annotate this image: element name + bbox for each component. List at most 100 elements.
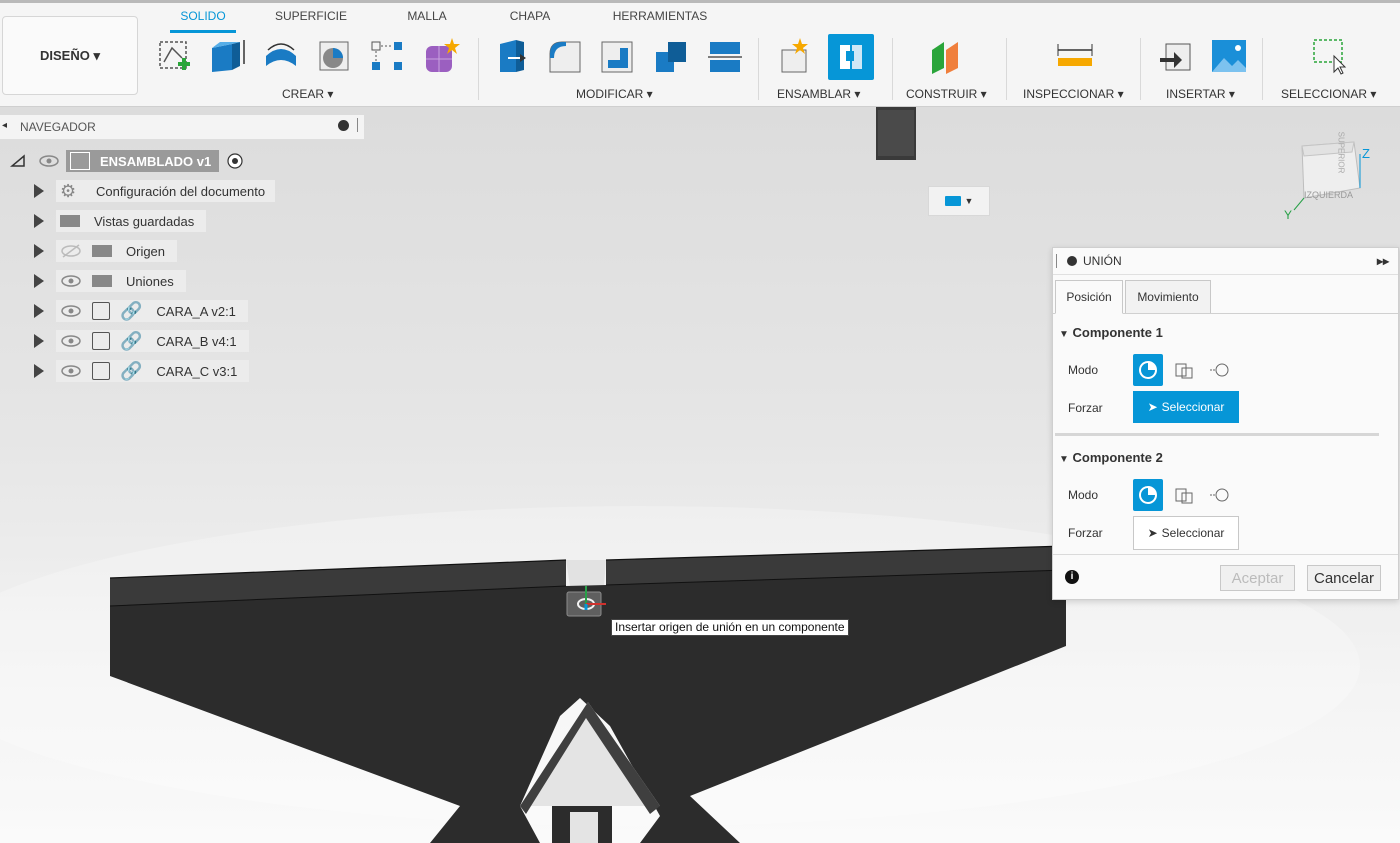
tab-position[interactable]: Posición	[1055, 280, 1123, 314]
gear-icon: ⚙	[60, 180, 77, 201]
group-crear-label[interactable]: CREAR ▾	[282, 87, 333, 101]
ribbon-toolbar: DISEÑO ▾ SOLIDO SUPERFICIE MALLA CHAPA H…	[0, 0, 1400, 107]
component1-mode-label: Modo	[1068, 363, 1099, 377]
component2-select-button[interactable]: ➤ Seleccionar	[1133, 516, 1239, 550]
visibility-eye-icon[interactable]	[60, 274, 82, 288]
revolve-icon[interactable]	[262, 36, 300, 76]
create-sketch-icon[interactable]	[156, 36, 194, 76]
insert-derive-icon[interactable]	[1158, 36, 1196, 76]
workspace-switcher-button[interactable]: DISEÑO ▾	[2, 16, 138, 95]
tab-superficie[interactable]: SUPERFICIE	[264, 9, 358, 31]
tab-herramientas[interactable]: HERRAMIENTAS	[600, 9, 720, 31]
chevron-down-icon: ▼	[964, 196, 974, 206]
component2-snap-label: Forzar	[1068, 526, 1103, 540]
mode-two-edge-intersection-icon[interactable]	[1205, 354, 1235, 386]
browser-item-cara-b[interactable]: 🔗 CARA_B v4:1	[34, 329, 249, 353]
tab-chapa[interactable]: CHAPA	[498, 9, 562, 31]
expand-triangle-icon[interactable]	[34, 304, 44, 318]
mode-between-two-faces-icon[interactable]	[1169, 354, 1199, 386]
mode-two-edge-intersection-icon[interactable]	[1205, 479, 1235, 511]
visibility-eye-icon[interactable]	[60, 304, 82, 318]
hidden-eye-icon[interactable]	[60, 244, 82, 258]
group-construir-label[interactable]: CONSTRUIR ▾	[906, 87, 987, 101]
combine-icon[interactable]	[652, 36, 690, 76]
browser-item-origin[interactable]: Origen	[34, 239, 178, 263]
component2-mode-group	[1133, 479, 1235, 511]
browser-item-cara-a[interactable]: 🔗 CARA_A v2:1	[34, 299, 248, 323]
cursor-icon: ➤	[1147, 526, 1158, 540]
options-icon[interactable]	[1067, 256, 1077, 266]
expand-triangle-icon[interactable]	[34, 214, 44, 228]
accept-button[interactable]: Aceptar	[1220, 565, 1295, 591]
visibility-eye-icon[interactable]	[60, 364, 82, 378]
expand-triangle-icon[interactable]	[34, 184, 44, 198]
collapse-triangle-icon: ▼	[1059, 454, 1069, 465]
measure-icon[interactable]	[1056, 36, 1094, 76]
extrude-icon[interactable]	[208, 36, 246, 76]
mode-between-two-faces-icon[interactable]	[1169, 479, 1199, 511]
browser-item-document-settings[interactable]: ⚙ Configuración del documento	[34, 179, 276, 203]
joint-origin-icon[interactable]	[564, 586, 608, 620]
info-icon[interactable]: i	[1065, 570, 1079, 584]
fillet-icon[interactable]	[546, 36, 584, 76]
component2-mode-label: Modo	[1068, 488, 1099, 502]
insert-canvas-icon[interactable]	[1210, 36, 1248, 76]
mode-simple-icon[interactable]	[1133, 354, 1163, 386]
expand-right-icon[interactable]: ▸▸	[1377, 254, 1389, 268]
folder-icon	[92, 245, 112, 257]
activate-radio-icon[interactable]	[223, 152, 247, 170]
group-seleccionar-label[interactable]: SELECCIONAR ▾	[1281, 87, 1376, 101]
create-form-icon[interactable]	[422, 36, 460, 76]
group-separator	[1006, 38, 1007, 100]
component1-section-header[interactable]: ▼ Componente 1	[1059, 325, 1163, 340]
viewcube[interactable]: IZQUIERDA SUPERIOR Z Y	[1284, 132, 1370, 222]
collapse-triangle-icon[interactable]	[10, 154, 26, 168]
expand-triangle-icon[interactable]	[34, 364, 44, 378]
navigator-options-icon[interactable]	[338, 120, 349, 131]
dialog-title: UNIÓN	[1083, 254, 1122, 268]
visibility-eye-icon[interactable]	[60, 334, 82, 348]
cancel-button[interactable]: Cancelar	[1307, 565, 1381, 591]
visibility-eye-icon[interactable]	[38, 154, 60, 168]
group-separator	[892, 38, 893, 100]
expand-triangle-icon[interactable]	[34, 244, 44, 258]
dialog-header: UNIÓN ▸▸	[1053, 248, 1398, 275]
expand-triangle-icon[interactable]	[34, 334, 44, 348]
browser-item-joints[interactable]: Uniones	[34, 269, 186, 293]
expand-triangle-icon[interactable]	[34, 274, 44, 288]
group-ensamblar-label[interactable]: ENSAMBLAR ▾	[777, 87, 860, 101]
browser-item-label: CARA_B v4:1	[156, 333, 237, 349]
collapse-left-icon[interactable]: ◂	[2, 120, 7, 131]
folder-icon	[92, 275, 112, 287]
assembly-icon	[70, 152, 90, 170]
shell-modify-icon[interactable]	[598, 36, 636, 76]
component1-select-button[interactable]: ➤ Seleccionar	[1133, 391, 1239, 423]
offset-plane-icon[interactable]	[926, 36, 964, 76]
browser-item-label: CARA_C v3:1	[156, 363, 238, 379]
tab-malla[interactable]: MALLA	[394, 9, 460, 31]
split-body-icon[interactable]	[706, 36, 744, 76]
group-inspeccionar-label[interactable]: INSPECCIONAR ▾	[1023, 87, 1124, 101]
browser-item-saved-views[interactable]: Vistas guardadas	[34, 209, 207, 233]
press-pull-icon[interactable]	[494, 36, 532, 76]
shell-icon[interactable]	[316, 36, 354, 76]
mode-simple-icon[interactable]	[1133, 479, 1163, 511]
navigator-title: NAVEGADOR	[20, 120, 96, 134]
select-window-icon[interactable]	[1310, 36, 1348, 76]
pattern-icon[interactable]	[368, 36, 406, 76]
tab-motion[interactable]: Movimiento	[1125, 280, 1211, 313]
browser-item-cara-c[interactable]: 🔗 CARA_C v3:1	[34, 359, 250, 383]
new-component-icon[interactable]	[776, 36, 814, 76]
pin-icon[interactable]	[357, 118, 358, 132]
browser-item-label: Origen	[126, 243, 166, 259]
component2-section-header[interactable]: ▼ Componente 2	[1059, 450, 1163, 465]
group-insertar-label[interactable]: INSERTAR ▾	[1166, 87, 1235, 101]
display-settings-button[interactable]: ▼	[928, 186, 990, 216]
tab-solido[interactable]: SOLIDO	[170, 9, 236, 31]
joint-icon[interactable]	[828, 34, 874, 80]
component1-mode-group	[1133, 354, 1235, 386]
joint-dialog: UNIÓN ▸▸ Posición Movimiento ▼ Component…	[1052, 247, 1399, 600]
browser-root-row[interactable]: ENSAMBLADO v1	[10, 149, 270, 173]
group-modificar-label[interactable]: MODIFICAR ▾	[576, 87, 653, 101]
drag-handle-icon[interactable]	[1056, 254, 1057, 268]
